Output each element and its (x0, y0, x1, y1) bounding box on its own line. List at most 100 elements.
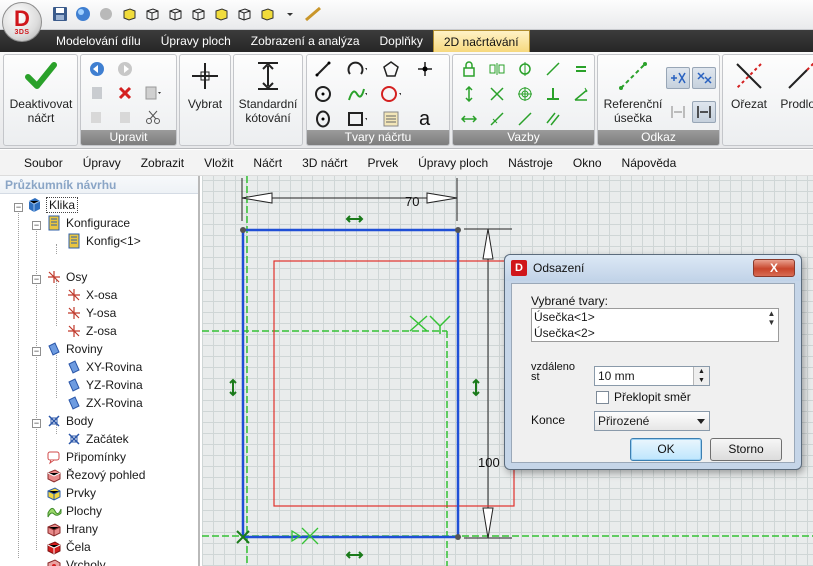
paste-special-icon[interactable] (87, 107, 107, 127)
tree-item-zx-plane[interactable]: ZX-Rovina (66, 394, 143, 412)
collinear-icon[interactable] (487, 109, 507, 129)
line-icon[interactable] (313, 59, 333, 79)
angle-icon[interactable] (571, 84, 591, 104)
tree-item-configurations[interactable]: Konfigurace (46, 214, 130, 232)
menu-feature[interactable]: Prvek (357, 156, 408, 170)
plus-icon[interactable] (415, 84, 435, 104)
menu-sketch[interactable]: Náčrt (243, 156, 292, 170)
show-constraints-icon[interactable] (666, 67, 690, 89)
tree-item-z-axis[interactable]: Z-osa (66, 322, 117, 340)
dims-off-icon[interactable] (666, 101, 690, 123)
tab-view-analysis[interactable]: Zobrazení a analýza (241, 30, 370, 52)
equal-icon[interactable] (571, 59, 591, 79)
tree-item-axes[interactable]: Osy (46, 268, 87, 286)
menu-surface-edit[interactable]: Úpravy ploch (408, 156, 498, 170)
menu-3d-sketch[interactable]: 3D náčrt (292, 156, 357, 170)
ruler-icon[interactable] (303, 4, 323, 24)
tree-item-faces[interactable]: Čela (46, 538, 91, 556)
copy-icon[interactable] (87, 83, 107, 103)
tree-item-surfaces[interactable]: Plochy (46, 502, 102, 520)
flip-direction-checkbox[interactable] (596, 391, 609, 404)
ends-select[interactable]: Přirozené (594, 411, 710, 431)
dimension-height-text[interactable]: 100 (478, 455, 500, 470)
tab-surface-edit[interactable]: Úpravy ploch (151, 30, 241, 52)
close-button[interactable]: X (753, 259, 795, 277)
delete-icon[interactable] (115, 83, 135, 103)
coincident-icon[interactable] (487, 84, 507, 104)
hide-constraints-icon[interactable] (692, 67, 716, 89)
expand-toggle[interactable]: − (32, 347, 41, 356)
horizontal-constraint-icon[interactable] (345, 215, 364, 223)
tree-item-xy-plane[interactable]: XY-Rovina (66, 358, 142, 376)
text-icon[interactable]: a (415, 109, 435, 129)
arc-icon[interactable] (347, 59, 367, 79)
expand-toggle[interactable]: − (32, 419, 41, 428)
pattern-icon[interactable] (381, 109, 401, 129)
tab-part-modeling[interactable]: Modelování dílu (46, 30, 151, 52)
tree-item-vertices[interactable]: Vrcholy (46, 556, 106, 566)
tab-addons[interactable]: Doplňky (370, 30, 433, 52)
horizontal-constraint-icon[interactable] (345, 551, 364, 559)
concentric-icon[interactable] (515, 84, 535, 104)
tree-item-y-axis[interactable]: Y-osa (66, 304, 116, 322)
vertical-constraint-icon[interactable] (229, 378, 237, 397)
spin-arrows-icon[interactable]: ▲ ▼ (693, 367, 709, 385)
tree-item-edges[interactable]: Hrany (46, 520, 98, 538)
vertex-point[interactable] (240, 227, 246, 233)
cube-icon[interactable] (165, 4, 185, 24)
paste-icon[interactable] (143, 83, 163, 103)
vertical-constraint-icon[interactable] (472, 378, 480, 397)
tree-item-features[interactable]: Prvky (46, 484, 96, 502)
cube-icon[interactable] (211, 4, 231, 24)
menu-edit[interactable]: Úpravy (73, 156, 131, 170)
vertical-icon[interactable] (459, 84, 479, 104)
cube-icon[interactable] (119, 4, 139, 24)
circle-icon[interactable] (96, 4, 116, 24)
undo-icon[interactable] (87, 59, 107, 79)
ellipse-icon[interactable] (313, 109, 333, 129)
sketch-rectangle[interactable] (241, 228, 460, 539)
point-icon[interactable] (415, 59, 435, 79)
cube-icon[interactable] (142, 4, 162, 24)
cube-icon[interactable] (257, 4, 277, 24)
menu-view[interactable]: Zobrazit (131, 156, 194, 170)
perpendicular-icon[interactable] (543, 84, 563, 104)
menu-insert[interactable]: Vložit (194, 156, 243, 170)
reference-line-button[interactable]: Referenční úsečka (602, 59, 664, 125)
parallel-icon[interactable] (543, 59, 563, 79)
tree-item-klika[interactable]: Klika (26, 196, 79, 214)
trim-button[interactable]: Ořezat (727, 59, 771, 111)
ok-button[interactable]: OK (630, 438, 702, 461)
tab-2d-sketching[interactable]: 2D načrtávání (432, 30, 530, 53)
clipboard-icon[interactable] (115, 107, 135, 127)
menu-window[interactable]: Okno (563, 156, 612, 170)
list-item[interactable]: Úsečka<1> (532, 309, 778, 325)
menu-file[interactable]: Soubor (14, 156, 73, 170)
select-button[interactable]: Vybrat (182, 59, 228, 111)
tree-item-section-view[interactable]: Řezový pohled (46, 466, 145, 484)
expand-toggle[interactable]: − (32, 275, 41, 284)
extend-button[interactable]: Prodlou (779, 59, 813, 111)
circle-red-icon[interactable] (381, 84, 401, 104)
spline-icon[interactable] (347, 84, 367, 104)
symmetric-icon[interactable] (515, 109, 535, 129)
parallel2-icon[interactable] (543, 109, 563, 129)
tree-item-x-axis[interactable]: X-osa (66, 286, 117, 304)
tree-item-notes[interactable]: Připomínky (46, 448, 126, 466)
tree-item-planes[interactable]: Roviny (46, 340, 103, 358)
list-item[interactable]: Úsečka<2> (532, 325, 778, 341)
vertex-point[interactable] (455, 227, 461, 233)
lock-icon[interactable] (459, 59, 479, 79)
circle-tool-icon[interactable] (313, 84, 333, 104)
globe-icon[interactable] (73, 4, 93, 24)
expand-toggle[interactable]: − (14, 203, 23, 212)
cube-icon[interactable] (188, 4, 208, 24)
menu-tools[interactable]: Nástroje (498, 156, 563, 170)
cube-icon[interactable] (234, 4, 254, 24)
dimension-width-text[interactable]: 70 (405, 194, 419, 209)
dropdown-icon[interactable] (280, 4, 300, 24)
polygon-icon[interactable] (381, 59, 401, 79)
distance-input[interactable]: 10 mm ▲ ▼ (594, 366, 710, 386)
standard-dimension-button[interactable]: Standardní kótování (236, 59, 300, 125)
expand-toggle[interactable]: − (32, 221, 41, 230)
